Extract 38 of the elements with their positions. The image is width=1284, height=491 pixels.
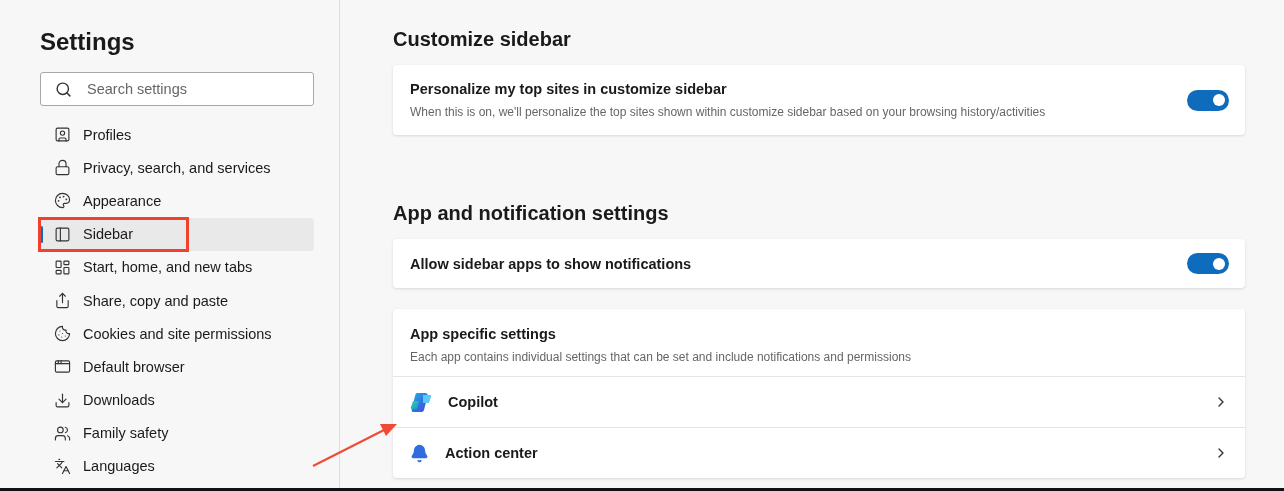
profile-icon [54, 126, 71, 144]
download-icon [54, 391, 71, 409]
section-heading: App and notification settings [393, 202, 670, 225]
setting-title: Allow sidebar apps to show notifications [410, 255, 692, 272]
bell-icon [410, 443, 429, 463]
toggle-switch[interactable] [1187, 253, 1229, 274]
sidebar-item[interactable]: Share, copy and paste [40, 283, 314, 318]
sidebar-item[interactable]: Cookies and site permissions [40, 317, 314, 351]
sidebar-item[interactable]: Start, home, and new tabs [40, 250, 314, 284]
share-icon [54, 292, 71, 310]
setting-description: When this is on, we'll personalize the top sites shown within customize sidebar based on your browsing history/activities [410, 105, 1046, 119]
sidebar-item[interactable]: Family safety [40, 416, 314, 450]
setting-title: Personalize my top sites in customize sidebar [410, 81, 728, 97]
people-icon [54, 424, 71, 442]
app-row[interactable]: Action center [393, 427, 1245, 478]
lock-icon [54, 159, 71, 177]
palette-icon [54, 192, 71, 210]
setting-title: App specific settings [410, 326, 557, 342]
copilot-logo-icon [410, 391, 432, 413]
cookie-icon [54, 325, 71, 343]
dashboard-icon [54, 258, 71, 276]
toggle-switch[interactable] [1187, 89, 1229, 111]
search-icon [55, 81, 72, 98]
window-icon [54, 358, 71, 376]
sidebar-item[interactable]: Profiles [40, 118, 314, 152]
sidebar-item[interactable]: Downloads [40, 383, 314, 417]
sidebar-item[interactable]: Languages [40, 449, 314, 484]
search-field[interactable]: Search settings [40, 72, 314, 106]
app-row[interactable]: Copilot [393, 376, 1245, 427]
selection-indicator [40, 225, 43, 243]
settings-title: Settings [40, 28, 136, 56]
sidebar-panel-icon [54, 225, 71, 243]
sidebar-item[interactable]: Default browser [40, 350, 314, 384]
sidebar-item[interactable]: Appearance [40, 184, 314, 218]
sidebar-item[interactable]: Privacy, search, and services [40, 151, 314, 185]
languages-icon [54, 457, 71, 475]
section-heading: Customize sidebar [393, 28, 572, 51]
setting-description: Each app contains individual settings that can be set and include notifications and permissions [410, 350, 911, 364]
